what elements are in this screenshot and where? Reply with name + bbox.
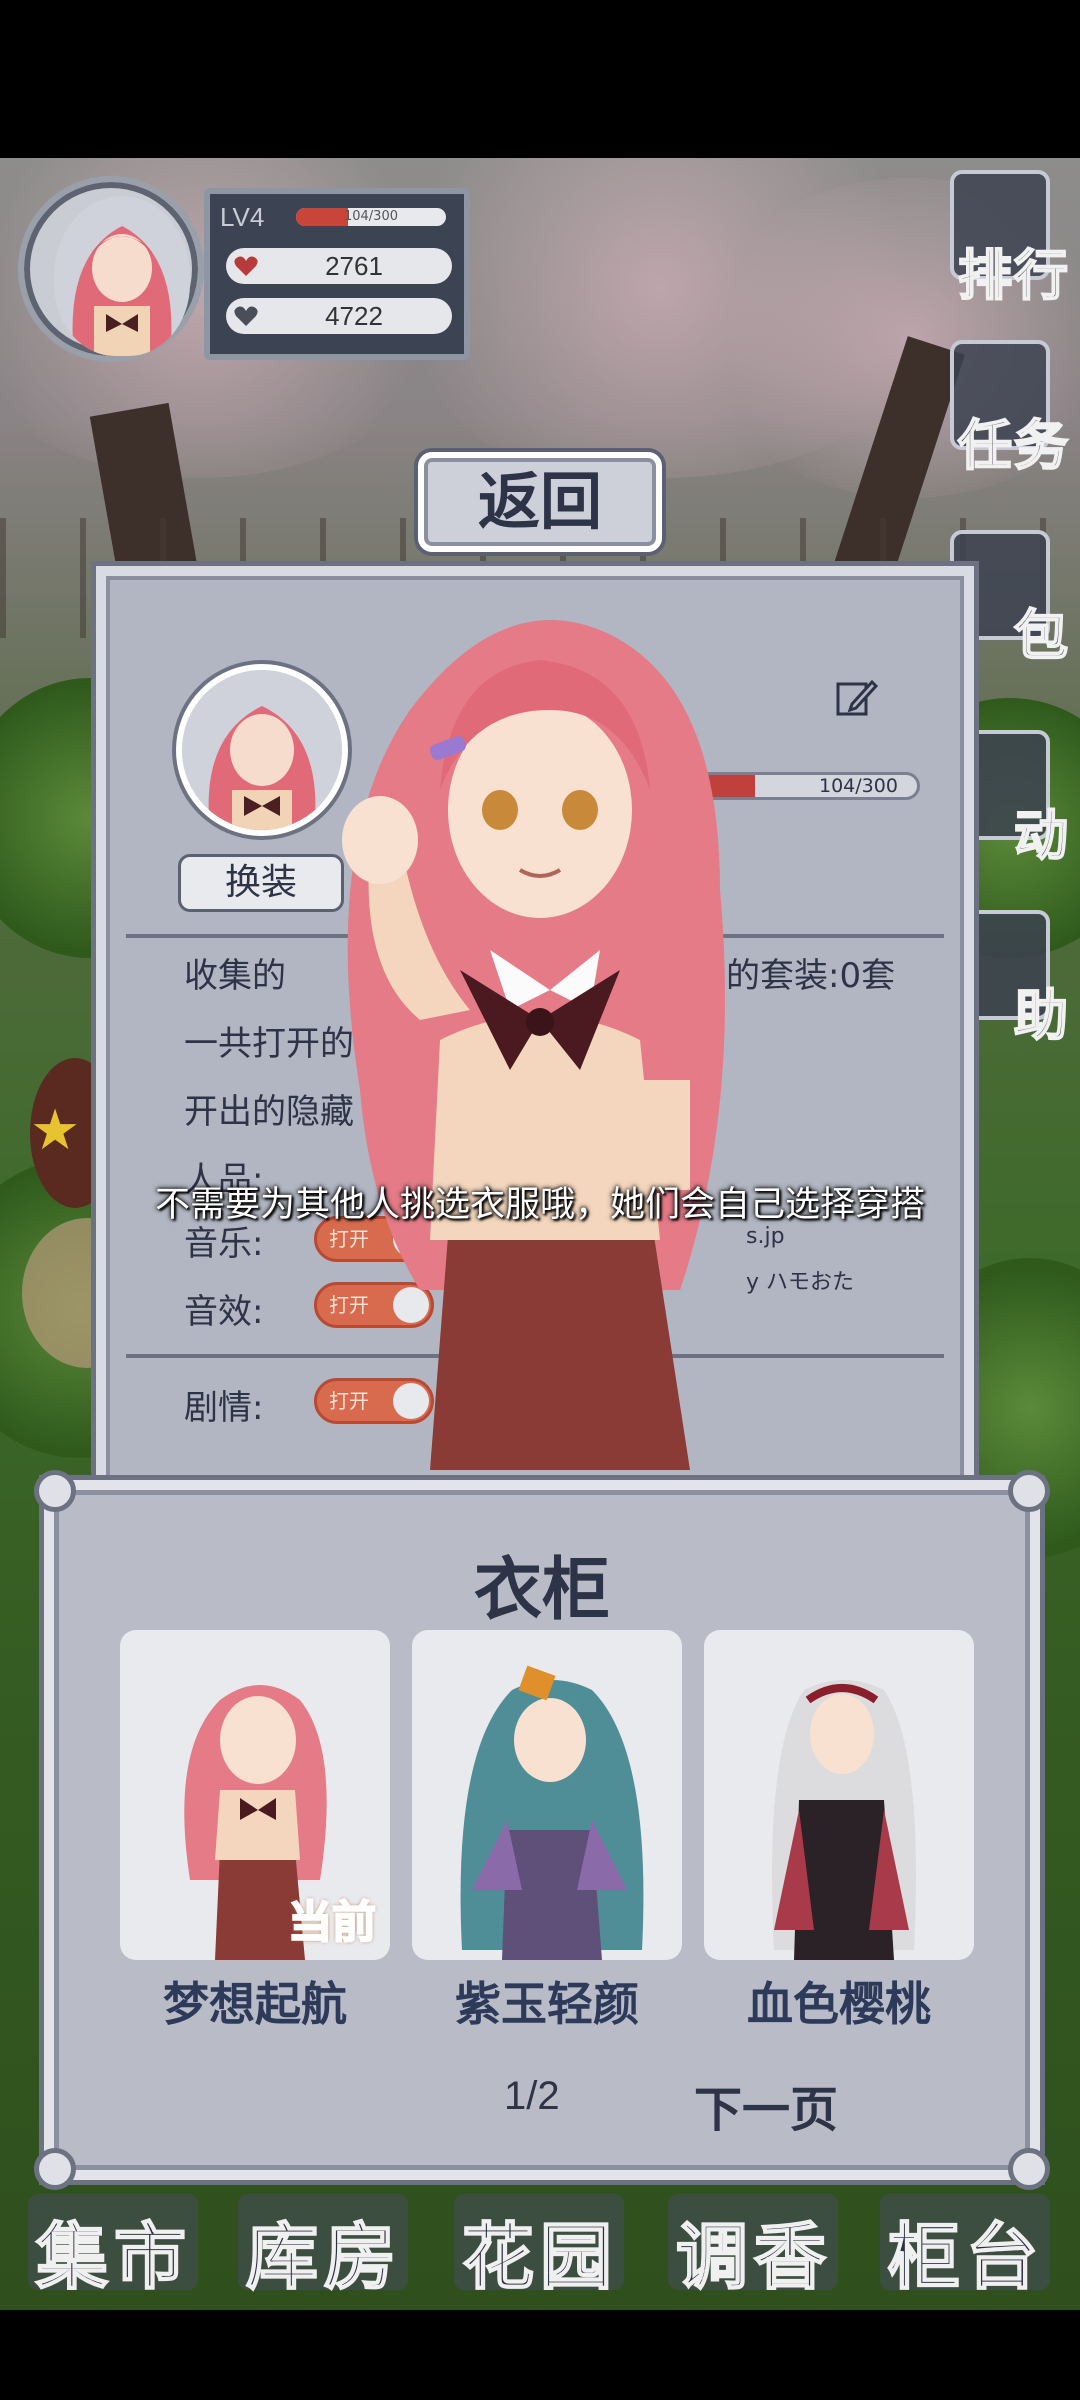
player-stats: LV4 104/300 2761 4722 (204, 188, 470, 360)
navigation-bar-area (0, 2310, 1080, 2400)
outfit-card-3[interactable] (704, 1630, 974, 1960)
wardrobe-panel: 衣柜 当前 梦想起航 紫玉轻颜 血色樱桃 1/2 下一页 (34, 1470, 1050, 2190)
player-info-panel[interactable]: LV4 104/300 2761 4722 (14, 172, 470, 362)
player-avatar-frame[interactable] (18, 176, 204, 362)
outfit-name-3: 血色樱桃 (747, 1977, 931, 2031)
stat-value-2: 4722 (325, 301, 383, 331)
red-heart-icon (234, 256, 258, 276)
side-item-tasks[interactable]: 任务 (932, 340, 1072, 480)
edit-icon[interactable] (832, 674, 880, 722)
side-item-ranking[interactable]: 排行 (932, 170, 1072, 310)
dark-heart-icon (234, 306, 258, 326)
outfit-2-image (460, 1665, 644, 1960)
outfit-name-2: 紫玉轻颜 (455, 1977, 639, 2031)
stat-value-1: 2761 (325, 251, 383, 281)
star-icon: ★ (30, 1098, 81, 1163)
return-button[interactable]: 返回 (418, 452, 662, 552)
xp-bar: 104/300 (296, 208, 446, 226)
outfit-name-1: 梦想起航 (163, 1977, 347, 2031)
level-label: LV4 (220, 202, 265, 232)
current-tag: 当前 (287, 1896, 377, 1949)
stat-row-1: 2761 (226, 248, 452, 284)
next-page-button[interactable]: 下一页 (694, 2070, 838, 2140)
outfit-3-image (772, 1680, 916, 1960)
xp-text: 104/300 (343, 209, 398, 224)
outfit-card-1[interactable]: 当前 (120, 1630, 390, 1960)
nav-item-market[interactable]: 集市 (14, 2188, 214, 2300)
outfit-card-2[interactable] (412, 1630, 682, 1960)
collect-line: 收集的 (184, 956, 286, 996)
status-bar-area (0, 0, 1080, 158)
bottom-nav: 集市 库房 花园 调香 柜台 (0, 2178, 1080, 2310)
nav-item-counter[interactable]: 柜台 (866, 2188, 1066, 2300)
nav-item-perfume[interactable]: 调香 (654, 2188, 854, 2300)
nav-item-storage[interactable]: 库房 (224, 2188, 424, 2300)
character-portrait (342, 620, 725, 1470)
sfx-label: 音效: (184, 1292, 264, 1332)
player-avatar (54, 196, 190, 356)
subtitle-text: 不需要为其他人挑选衣服哦，她们会自己选择穿搭 (154, 1185, 925, 1225)
nav-item-garden[interactable]: 花园 (440, 2188, 640, 2300)
story-label: 剧情: (184, 1388, 264, 1428)
stat-row-2: 4722 (226, 298, 452, 334)
page-indicator: 1/2 (504, 2074, 560, 2118)
wardrobe-title: 衣柜 (473, 1551, 610, 1630)
